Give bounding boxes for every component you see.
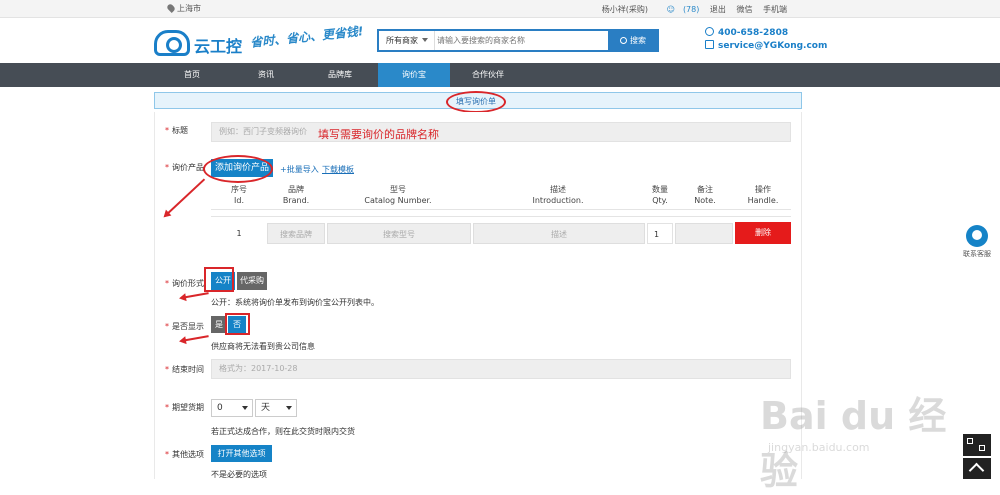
delivery-note: 若正式达成合作，则在此交货时限内交货 xyxy=(211,427,355,436)
other-options-label: * 其他选项 xyxy=(165,450,204,459)
customer-service-widget[interactable]: 联系客服 xyxy=(963,225,991,259)
message-count[interactable]: ☺ (78) xyxy=(659,5,700,14)
chevron-down-icon xyxy=(286,406,292,410)
nav-item-partners[interactable]: 合作伙伴 xyxy=(452,63,524,87)
header-id: 序号 Id. xyxy=(231,185,247,205)
qr-code-button[interactable] xyxy=(963,434,991,456)
annotation-ring-add-product xyxy=(203,155,273,183)
cloud-logo-icon xyxy=(154,30,190,56)
form-type-note: 公开：系统将询价单发布到询价宝公开列表中。 xyxy=(211,298,379,307)
bulk-import-link[interactable]: +批量导入 xyxy=(280,164,319,175)
phone-icon xyxy=(705,27,714,36)
title-placeholder: 例如：西门子变频器询价 xyxy=(219,127,307,136)
download-template-link[interactable]: 下载模板 xyxy=(322,164,354,175)
slogan: 省时、省心、更省钱! xyxy=(249,24,364,50)
search-button[interactable]: 搜索 xyxy=(608,29,658,52)
delete-button[interactable]: 删除 xyxy=(735,222,791,244)
search-scope-value: 所有商家 xyxy=(386,36,418,45)
display-label: * 是否显示 xyxy=(165,322,204,331)
title-input[interactable]: 例如：西门子变频器询价 xyxy=(211,122,791,142)
open-other-options-button[interactable]: 打开其他选项 xyxy=(211,445,272,462)
model-search-input[interactable]: 搜索型号 xyxy=(327,223,471,244)
chevron-down-icon xyxy=(422,38,428,42)
title-label: * 标题 xyxy=(165,126,188,135)
qr-code-icon xyxy=(979,445,985,451)
delivery-label: * 期望货期 xyxy=(165,403,204,412)
nav-item-home[interactable]: 首页 xyxy=(156,63,228,87)
user-name[interactable]: 杨小祥(采购) xyxy=(602,5,648,14)
phone-number: 400-658-2808 xyxy=(718,28,789,38)
delivery-value: 0 xyxy=(217,403,223,413)
header-brand: 品牌 Brand. xyxy=(282,185,310,205)
location-pin-icon xyxy=(166,3,176,13)
note-input[interactable] xyxy=(675,223,733,244)
delivery-unit: 天 xyxy=(261,403,271,413)
chevron-down-icon xyxy=(242,406,248,410)
top-links: 杨小祥(采购) ☺ (78) 退出 微信 手机端 xyxy=(594,4,787,15)
contact-info: 400-658-2808 service@YGKong.com xyxy=(705,27,827,53)
annotation-ring-tab xyxy=(446,91,506,113)
search-icon xyxy=(620,37,627,44)
location[interactable]: 上海市 xyxy=(166,3,201,14)
search-button-label: 搜索 xyxy=(630,36,646,45)
end-time-label: * 结束时间 xyxy=(165,365,204,374)
row-id: 1 xyxy=(211,223,267,244)
logout-link[interactable]: 退出 xyxy=(710,5,726,14)
search-box: 所有商家 搜索 xyxy=(377,29,659,52)
email-address[interactable]: service@YGKong.com xyxy=(718,41,827,51)
description-input[interactable]: 描述 xyxy=(473,223,645,244)
nav-item-inquiry[interactable]: 询价宝 xyxy=(378,63,450,87)
header-handle: 操作 Handle. xyxy=(747,185,779,205)
table-divider xyxy=(211,209,791,210)
mobile-link[interactable]: 手机端 xyxy=(763,5,787,14)
nav-item-brands[interactable]: 品牌库 xyxy=(304,63,376,87)
form-type-label: * 询价形式 xyxy=(165,279,204,288)
annotation-box-public xyxy=(204,267,234,292)
location-label: 上海市 xyxy=(177,4,201,13)
watermark-sub: jingyan.baidu.com xyxy=(768,441,870,454)
title-hint: 填写需要询价的品牌名称 xyxy=(318,128,439,141)
customer-service-label: 联系客服 xyxy=(963,250,991,258)
wechat-link[interactable]: 微信 xyxy=(736,5,752,14)
message-icon: ☺ xyxy=(666,5,675,14)
end-time-input[interactable]: 格式为：2017-10-28 xyxy=(211,359,791,379)
nav-item-news[interactable]: 资讯 xyxy=(230,63,302,87)
header: 云工控 省时、省心、更省钱! 所有商家 搜索 400-658-2808 serv… xyxy=(0,18,1000,63)
table-divider xyxy=(211,216,791,217)
chevron-up-icon xyxy=(968,462,985,479)
back-to-top-button[interactable] xyxy=(963,458,991,479)
products-label: * 询价产品 xyxy=(165,163,204,172)
baidu-watermark: Bai du 经验 jingyan.baidu.com xyxy=(760,375,960,493)
logo-text: 云工控 xyxy=(194,37,243,56)
annotation-box-no xyxy=(225,313,250,335)
email-icon xyxy=(705,40,714,49)
header-qty: 数量 Qty. xyxy=(652,185,668,205)
brand-search-input[interactable]: 搜索品牌 xyxy=(267,223,325,244)
qr-code-icon xyxy=(967,438,973,444)
header-description: 描述 Introduction. xyxy=(532,185,584,205)
search-scope-select[interactable]: 所有商家 xyxy=(379,31,435,50)
top-bar: 上海市 杨小祥(采购) ☺ (78) 退出 微信 手机端 xyxy=(0,0,1000,18)
proxy-purchase-option[interactable]: 代采购 xyxy=(237,272,267,290)
delivery-value-select[interactable]: 0 xyxy=(211,399,253,417)
delivery-unit-select[interactable]: 天 xyxy=(255,399,297,417)
header-note: 备注 Note. xyxy=(694,185,716,205)
headset-icon xyxy=(966,225,988,247)
main-nav: 首页 资讯 品牌库 询价宝 合作伙伴 xyxy=(0,63,1000,87)
display-note: 供应商将无法看到贵公司信息 xyxy=(211,342,315,351)
other-options-note: 不是必要的选项 xyxy=(211,470,267,479)
header-model: 型号 Catalog Number. xyxy=(364,185,432,205)
qty-input[interactable]: 1 xyxy=(647,223,673,244)
search-input[interactable] xyxy=(437,33,607,48)
end-time-placeholder: 格式为：2017-10-28 xyxy=(219,364,298,373)
site-logo[interactable]: 云工控 xyxy=(154,24,244,58)
message-count-value: (78) xyxy=(682,5,700,14)
